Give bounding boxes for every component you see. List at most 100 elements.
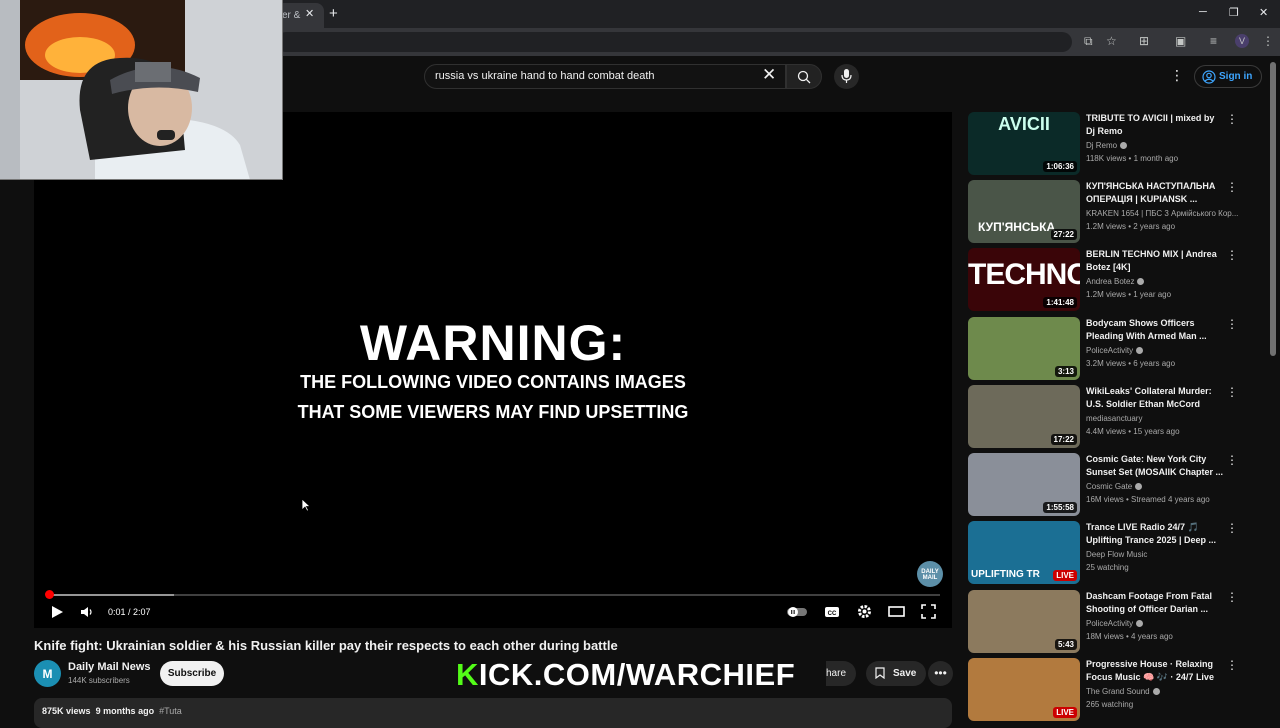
recommendation-thumbnail[interactable]: LIVE xyxy=(968,658,1080,721)
close-tab-icon[interactable]: ✕ xyxy=(305,7,314,20)
account-icon xyxy=(1202,70,1216,84)
progress-bar[interactable] xyxy=(46,594,940,596)
thumbnail-text: TECHNO xyxy=(968,258,1080,291)
recommendation-menu-icon[interactable]: ⋮ xyxy=(1226,385,1238,399)
address-bar[interactable] xyxy=(276,32,1072,52)
recommendation-thumbnail[interactable]: 17:22 xyxy=(968,385,1080,448)
settings-gear-icon[interactable] xyxy=(857,604,872,619)
voice-search-button[interactable] xyxy=(834,64,859,89)
recommendation-channel[interactable]: Andrea Botez xyxy=(1086,277,1238,286)
time-display: 0:01 / 2:07 xyxy=(108,607,151,617)
scrubber-handle[interactable] xyxy=(45,590,54,599)
recommendation-item[interactable]: 5:43 Dashcam Footage From Fatal Shooting … xyxy=(968,590,1248,654)
recommendation-menu-icon[interactable]: ⋮ xyxy=(1226,590,1238,604)
recommendation-item[interactable]: UPLIFTING TR LIVE Trance LIVE Radio 24/7 🎵… xyxy=(968,521,1248,585)
recommendation-menu-icon[interactable]: ⋮ xyxy=(1226,180,1238,194)
recommendation-channel[interactable]: Deep Flow Music xyxy=(1086,550,1238,559)
recommendation-thumbnail[interactable]: 1:55:58 xyxy=(968,453,1080,516)
kick-logo-letter: K xyxy=(456,657,479,692)
recommendation-item[interactable]: 3:13 Bodycam Shows Officers Pleading With… xyxy=(968,317,1248,381)
channel-avatar[interactable]: M xyxy=(34,660,61,687)
extensions-icon[interactable]: ⊞ xyxy=(1139,34,1149,48)
recommendation-thumbnail[interactable]: TECHNO 1:41:48 xyxy=(968,248,1080,311)
recommendation-item[interactable]: TECHNO 1:41:48 BERLIN TECHNO MIX | Andrea … xyxy=(968,248,1248,312)
verified-badge-icon xyxy=(1152,688,1160,695)
recommendation-title[interactable]: BERLIN TECHNO MIX | Andrea Botez [4K] xyxy=(1086,248,1224,274)
view-count: 875K views xyxy=(42,706,91,716)
page-scrollbar[interactable] xyxy=(1270,62,1276,356)
subscribe-button[interactable]: Subscribe xyxy=(160,661,224,686)
recommendation-menu-icon[interactable]: ⋮ xyxy=(1226,248,1238,262)
recommendation-menu-icon[interactable]: ⋮ xyxy=(1226,112,1238,126)
restore-window-button[interactable]: ❐ xyxy=(1229,6,1239,19)
media-control-icon[interactable]: ≡ xyxy=(1210,34,1217,48)
buffered-bar xyxy=(46,594,174,596)
recommendation-menu-icon[interactable]: ⋮ xyxy=(1226,658,1238,672)
recommendation-item[interactable]: 1:55:58 Cosmic Gate: New York City Sunset… xyxy=(968,453,1248,517)
recommendation-item[interactable]: AVICII 1:06:36 TRIBUTE TO AVICII | mixed b… xyxy=(968,112,1248,176)
recommendation-menu-icon[interactable]: ⋮ xyxy=(1226,521,1238,535)
clear-search-icon[interactable]: ✕ xyxy=(762,65,776,85)
recommendation-thumbnail[interactable]: 5:43 xyxy=(968,590,1080,653)
webcam-feed-image xyxy=(0,0,282,179)
search-button[interactable] xyxy=(786,64,822,89)
recommendation-thumbnail[interactable]: UPLIFTING TR LIVE xyxy=(968,521,1080,584)
captions-icon[interactable]: CC xyxy=(824,605,840,619)
more-actions-button[interactable]: ••• xyxy=(928,661,953,686)
split-view-icon[interactable]: ▣ xyxy=(1175,34,1186,48)
new-tab-button[interactable]: + xyxy=(329,5,338,22)
recommendation-channel[interactable]: Cosmic Gate xyxy=(1086,482,1238,491)
recommendation-meta: 118K views • 1 month ago xyxy=(1086,154,1179,163)
recommendation-meta: 265 watching xyxy=(1086,700,1134,709)
minimize-window-button[interactable]: ─ xyxy=(1199,6,1207,18)
recommendation-channel[interactable]: KRAKEN 1654 | ПБС 3 Армійського Кор... xyxy=(1086,209,1238,218)
browser-menu-icon[interactable]: ⋮ xyxy=(1262,34,1274,48)
recommendation-meta: 4.4M views • 15 years ago xyxy=(1086,427,1180,436)
recommendation-title[interactable]: Dashcam Footage From Fatal Shooting of O… xyxy=(1086,590,1224,616)
channel-watermark[interactable]: DAILY MAIL xyxy=(917,561,943,587)
sign-in-button[interactable]: Sign in xyxy=(1194,65,1262,88)
play-icon[interactable] xyxy=(50,605,64,619)
recommendation-channel[interactable]: mediasanctuary xyxy=(1086,414,1238,423)
video-meta-line: 875K views 9 months ago #Tuta xyxy=(42,706,182,716)
recommendation-title[interactable]: Trance LIVE Radio 24/7 🎵 Uplifting Tranc… xyxy=(1086,521,1224,547)
recommendation-channel[interactable]: PoliceActivity xyxy=(1086,346,1238,355)
recommendation-title[interactable]: Cosmic Gate: New York City Sunset Set (M… xyxy=(1086,453,1224,479)
volume-icon[interactable] xyxy=(80,605,94,619)
search-input[interactable]: russia vs ukraine hand to hand combat de… xyxy=(424,64,786,89)
fullscreen-icon[interactable] xyxy=(921,604,936,619)
recommendation-item[interactable]: 17:22 WikiLeaks' Collateral Murder: U.S. … xyxy=(968,385,1248,449)
recommendation-menu-icon[interactable]: ⋮ xyxy=(1226,453,1238,467)
sign-in-label: Sign in xyxy=(1219,71,1253,82)
recommendation-meta: 1.2M views • 2 years ago xyxy=(1086,222,1176,231)
settings-menu-icon[interactable]: ⋮ xyxy=(1170,67,1184,84)
recommendation-channel[interactable]: The Grand Sound xyxy=(1086,687,1238,696)
video-title: Knife fight: Ukrainian soldier & his Rus… xyxy=(34,638,618,653)
search-icon xyxy=(797,70,811,84)
autoplay-toggle-icon[interactable] xyxy=(786,606,808,618)
recommendation-menu-icon[interactable]: ⋮ xyxy=(1226,317,1238,331)
install-app-icon[interactable]: ⧉ xyxy=(1084,34,1093,49)
browser-tab[interactable]: er & xyxy=(276,3,324,28)
bookmark-star-icon[interactable]: ☆ xyxy=(1106,34,1117,48)
recommendation-thumbnail[interactable]: AVICII 1:06:36 xyxy=(968,112,1080,175)
recommendation-title[interactable]: TRIBUTE TO AVICII | mixed by Dj Remo xyxy=(1086,112,1224,138)
save-button[interactable]: Save xyxy=(866,661,926,686)
recommendation-channel[interactable]: Dj Remo xyxy=(1086,141,1238,150)
profile-avatar-icon[interactable]: V xyxy=(1235,34,1249,48)
recommendation-title[interactable]: Progressive House · Relaxing Focus Music… xyxy=(1086,658,1224,684)
recommendation-title[interactable]: Bodycam Shows Officers Pleading With Arm… xyxy=(1086,317,1224,343)
recommendation-channel[interactable]: PoliceActivity xyxy=(1086,619,1238,628)
recommendation-item[interactable]: КУП'ЯНСЬКА 27:22 КУП'ЯНСЬКА НАСТУПАЛЬНА ОП… xyxy=(968,180,1248,244)
share-button[interactable]: hare xyxy=(826,661,856,686)
recommendation-thumbnail[interactable]: 3:13 xyxy=(968,317,1080,380)
warning-line-1: THE FOLLOWING VIDEO CONTAINS IMAGES xyxy=(300,372,686,392)
theater-mode-icon[interactable] xyxy=(888,605,905,618)
recommendation-item[interactable]: LIVE Progressive House · Relaxing Focus M… xyxy=(968,658,1248,722)
close-window-button[interactable]: ✕ xyxy=(1259,6,1268,19)
recommendation-title[interactable]: КУП'ЯНСЬКА НАСТУПАЛЬНА ОПЕРАЦІЯ | KUPIAN… xyxy=(1086,180,1224,206)
channel-name[interactable]: Daily Mail News xyxy=(68,661,151,673)
recommendation-title[interactable]: WikiLeaks' Collateral Murder: U.S. Soldi… xyxy=(1086,385,1224,411)
hashtag-link[interactable]: #Tuta xyxy=(159,706,182,716)
recommendation-thumbnail[interactable]: КУП'ЯНСЬКА 27:22 xyxy=(968,180,1080,243)
